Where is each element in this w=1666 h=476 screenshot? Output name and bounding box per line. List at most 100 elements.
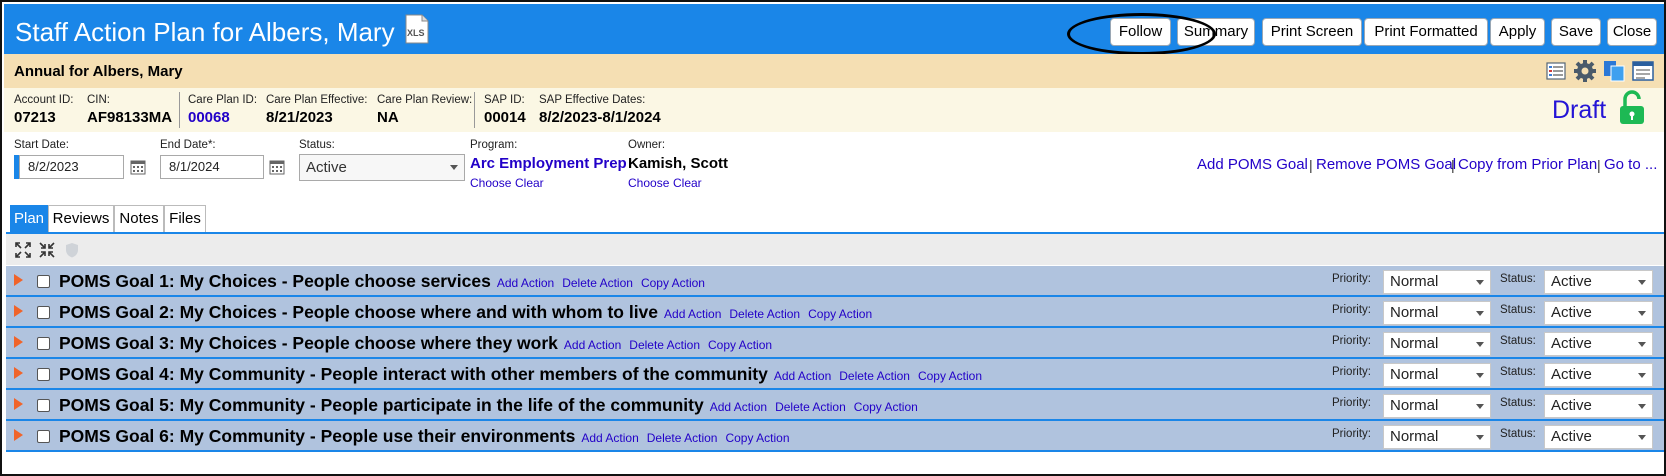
sap-effective-field: SAP Effective Dates: 8/2/2023-8/1/2024 [539,93,661,129]
priority-select[interactable]: Normal [1383,425,1491,449]
add-action-link[interactable]: Add Action [564,338,621,352]
copy-docs-icon[interactable] [1602,59,1626,83]
program-clear-link[interactable]: Clear [515,176,544,190]
chevron-down-icon [1638,404,1646,409]
priority-label: Priority: [1332,273,1371,285]
owner-value: Kamish, Scott [628,155,729,172]
window: Staff Action Plan for Albers, Mary XLS F… [0,0,1666,476]
goal-status-select[interactable]: Active [1544,363,1653,387]
print-screen-button[interactable]: Print Screen [1262,18,1362,46]
expand-arrow-icon[interactable] [14,336,23,348]
goal-toolbar [6,234,1664,265]
goal-status-select[interactable]: Active [1544,270,1653,294]
apply-button[interactable]: Apply [1490,18,1545,46]
goal-status-select[interactable]: Active [1544,301,1653,325]
calendar-icon[interactable] [130,158,146,175]
delete-action-link[interactable]: Delete Action [629,338,700,352]
goal-status-select[interactable]: Active [1544,425,1653,449]
copy-action-link[interactable]: Copy Action [808,307,872,321]
program-link[interactable]: Arc Employment Prep [470,155,627,172]
calendar-icon[interactable] [269,158,285,175]
goal-checkbox[interactable] [37,430,50,443]
program-choose-link[interactable]: Choose [470,176,511,190]
chevron-down-icon [1476,311,1484,316]
delete-action-link[interactable]: Delete Action [729,307,800,321]
goal-status-label: Status: [1500,304,1536,316]
copy-action-link[interactable]: Copy Action [918,369,982,383]
report-icon[interactable] [1631,59,1655,83]
goal-checkbox[interactable] [37,306,50,319]
copy-action-link[interactable]: Copy Action [708,338,772,352]
goal-checkbox[interactable] [37,275,50,288]
goal-number: POMS Goal 1 [59,271,169,291]
print-formatted-button[interactable]: Print Formatted [1364,18,1488,46]
care-plan-effective-value: 8/21/2023 [266,109,333,126]
sap-effective-value: 8/2/2023-8/1/2024 [539,109,661,126]
priority-select[interactable]: Normal [1383,301,1491,325]
owner-choose-link[interactable]: Choose [628,176,669,190]
goal-status-label: Status: [1500,397,1536,409]
goal-status-label: Status: [1500,335,1536,347]
goal-status-select[interactable]: Active [1544,394,1653,418]
save-button[interactable]: Save [1551,18,1601,46]
goal-action-links: Add Action Delete Action Copy Action [581,431,797,445]
goal-action-links: Add Action Delete Action Copy Action [774,369,990,383]
add-poms-goal-link[interactable]: Add POMS Goal [1197,156,1308,173]
priority-select[interactable]: Normal [1383,332,1491,356]
copy-action-link[interactable]: Copy Action [725,431,789,445]
goal-checkbox[interactable] [37,337,50,350]
add-action-link[interactable]: Add Action [497,276,554,290]
copy-action-link[interactable]: Copy Action [641,276,705,290]
delete-action-link[interactable]: Delete Action [775,400,846,414]
follow-button[interactable]: Follow [1110,18,1171,46]
add-action-link[interactable]: Add Action [774,369,831,383]
add-action-link[interactable]: Add Action [581,431,638,445]
remove-poms-goal-link[interactable]: Remove POMS Goal [1316,156,1456,173]
tab-files[interactable]: Files [164,205,206,233]
goal-status-select[interactable]: Active [1544,332,1653,356]
list-view-icon[interactable] [1544,59,1568,83]
end-date-input[interactable]: 8/1/2024 [160,155,264,179]
account-id-field: Account ID: 07213 [14,93,73,129]
expand-arrow-icon[interactable] [14,429,23,441]
title-bar: Staff Action Plan for Albers, Mary XLS F… [4,4,1664,55]
expand-arrow-icon[interactable] [14,274,23,286]
xls-export-icon[interactable]: XLS [404,14,430,44]
add-action-link[interactable]: Add Action [710,400,767,414]
delete-action-link[interactable]: Delete Action [562,276,633,290]
goal-title: POMS Goal 5: My Community - People parti… [59,395,926,416]
chevron-down-icon [1638,435,1646,440]
summary-button[interactable]: Summary [1177,18,1255,46]
go-to-link[interactable]: Go to ... [1604,156,1657,173]
care-plan-id-link[interactable]: 00068 [188,107,257,129]
copy-from-prior-plan-link[interactable]: Copy from Prior Plan [1458,156,1597,173]
goal-checkbox[interactable] [37,399,50,412]
collapse-all-icon[interactable] [39,242,55,258]
expand-arrow-icon[interactable] [14,398,23,410]
delete-action-link[interactable]: Delete Action [839,369,910,383]
status-select[interactable]: Active [299,154,465,181]
tab-notes[interactable]: Notes [114,205,164,233]
owner-clear-link[interactable]: Clear [673,176,702,190]
delete-action-link[interactable]: Delete Action [647,431,718,445]
chevron-down-icon [1638,342,1646,347]
tab-plan[interactable]: Plan [10,205,48,233]
tab-reviews[interactable]: Reviews [48,205,114,233]
priority-select[interactable]: Normal [1383,270,1491,294]
copy-action-link[interactable]: Copy Action [854,400,918,414]
expand-arrow-icon[interactable] [14,367,23,379]
close-button[interactable]: Close [1607,18,1657,46]
gear-icon[interactable] [1573,59,1597,83]
expand-all-icon[interactable] [15,242,31,258]
goal-number: POMS Goal 2 [59,302,169,322]
goal-title: POMS Goal 3: My Choices - People choose … [59,333,780,354]
priority-select[interactable]: Normal [1383,363,1491,387]
unlock-icon[interactable] [1618,90,1646,126]
goal-name: My Choices - People choose where they wo… [179,333,558,353]
priority-select[interactable]: Normal [1383,394,1491,418]
expand-arrow-icon[interactable] [14,305,23,317]
goal-checkbox[interactable] [37,368,50,381]
add-action-link[interactable]: Add Action [664,307,721,321]
start-date-input[interactable]: 8/2/2023 [19,155,124,179]
draft-status: Draft [1552,96,1607,124]
